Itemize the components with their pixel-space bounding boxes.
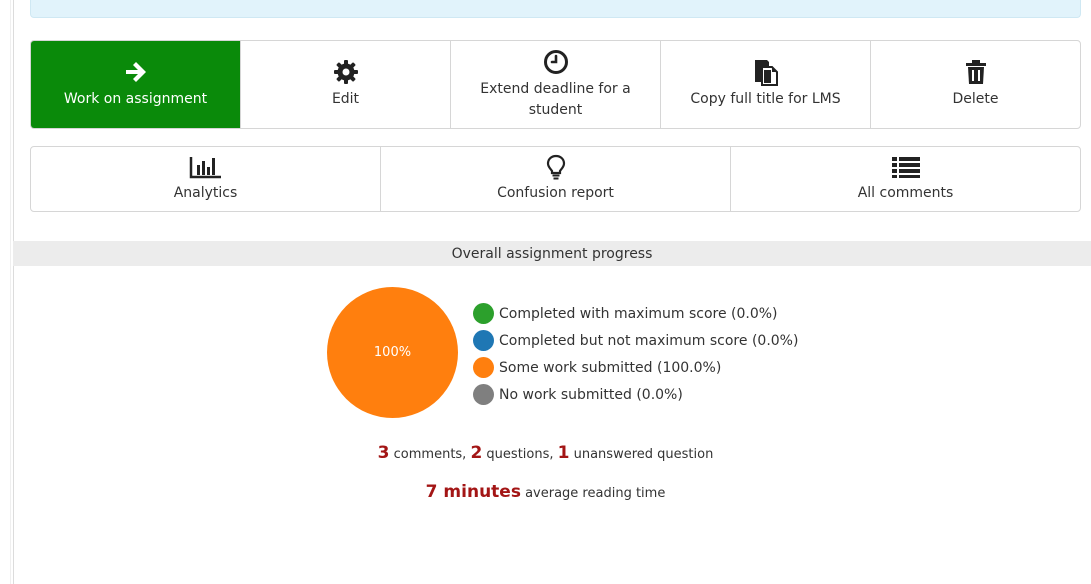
copy-title-button[interactable]: Copy full title for LMS	[661, 41, 871, 128]
comments-count: 3	[377, 443, 390, 463]
pie-legend: Completed with maximum score (0.0%) Compl…	[473, 300, 798, 408]
reading-time-value: 7 minutes	[425, 482, 521, 502]
questions-count: 2	[470, 443, 483, 463]
bar-chart-icon	[189, 155, 223, 179]
legend-swatch	[473, 303, 494, 324]
list-icon	[891, 155, 921, 179]
legend-label: Completed with maximum score (0.0%)	[499, 305, 778, 322]
delete-button[interactable]: Delete	[871, 41, 1080, 128]
delete-label: Delete	[952, 91, 999, 107]
extend-deadline-label: Extend deadline for a student	[480, 80, 631, 118]
edit-label: Edit	[331, 91, 360, 107]
comments-label: comments,	[389, 447, 471, 462]
confusion-report-label: Confusion report	[497, 184, 614, 201]
comment-stats: 3 comments, 2 questions, 1 unanswered qu…	[0, 443, 1091, 463]
legend-label: No work submitted (0.0%)	[499, 386, 683, 403]
legend-label: Some work submitted (100.0%)	[499, 359, 722, 376]
unanswered-label: unanswered question	[569, 447, 714, 462]
progress-heading: Overall assignment progress	[13, 241, 1091, 266]
confusion-report-button[interactable]: Confusion report	[381, 147, 731, 211]
legend-item: Completed but not maximum score (0.0%)	[473, 327, 798, 354]
legend-item: Completed with maximum score (0.0%)	[473, 300, 798, 327]
legend-swatch	[473, 357, 494, 378]
copy-title-label: Copy full title for LMS	[690, 91, 841, 107]
edit-button[interactable]: Edit	[241, 41, 451, 128]
gear-icon	[333, 59, 359, 85]
legend-swatch	[473, 330, 494, 351]
work-on-assignment-label: Work on assignment	[63, 91, 208, 107]
action-toolbar: Work on assignment Edit Extend deadline …	[30, 40, 1081, 129]
copy-document-icon	[753, 59, 779, 86]
reading-time-stats: 7 minutes average reading time	[0, 482, 1091, 502]
work-on-assignment-button[interactable]: Work on assignment	[31, 41, 241, 128]
extend-deadline-button[interactable]: Extend deadline for a student	[451, 41, 661, 128]
legend-item: No work submitted (0.0%)	[473, 381, 798, 408]
report-toolbar: Analytics Confusion report All comments	[30, 146, 1081, 212]
analytics-button[interactable]: Analytics	[31, 147, 381, 211]
arrow-right-icon	[124, 59, 148, 85]
clock-icon	[543, 49, 569, 75]
trash-icon	[964, 59, 988, 85]
analytics-label: Analytics	[173, 184, 238, 201]
pie-slice	[327, 287, 458, 418]
unanswered-count: 1	[557, 443, 570, 463]
legend-swatch	[473, 384, 494, 405]
legend-label: Completed but not maximum score (0.0%)	[499, 332, 799, 349]
all-comments-label: All comments	[857, 184, 954, 201]
progress-pie-chart	[327, 287, 458, 418]
info-banner	[30, 0, 1081, 18]
all-comments-button[interactable]: All comments	[731, 147, 1080, 211]
questions-label: questions,	[482, 447, 558, 462]
lightbulb-icon	[546, 154, 566, 179]
legend-item: Some work submitted (100.0%)	[473, 354, 798, 381]
reading-time-label: average reading time	[520, 486, 666, 501]
